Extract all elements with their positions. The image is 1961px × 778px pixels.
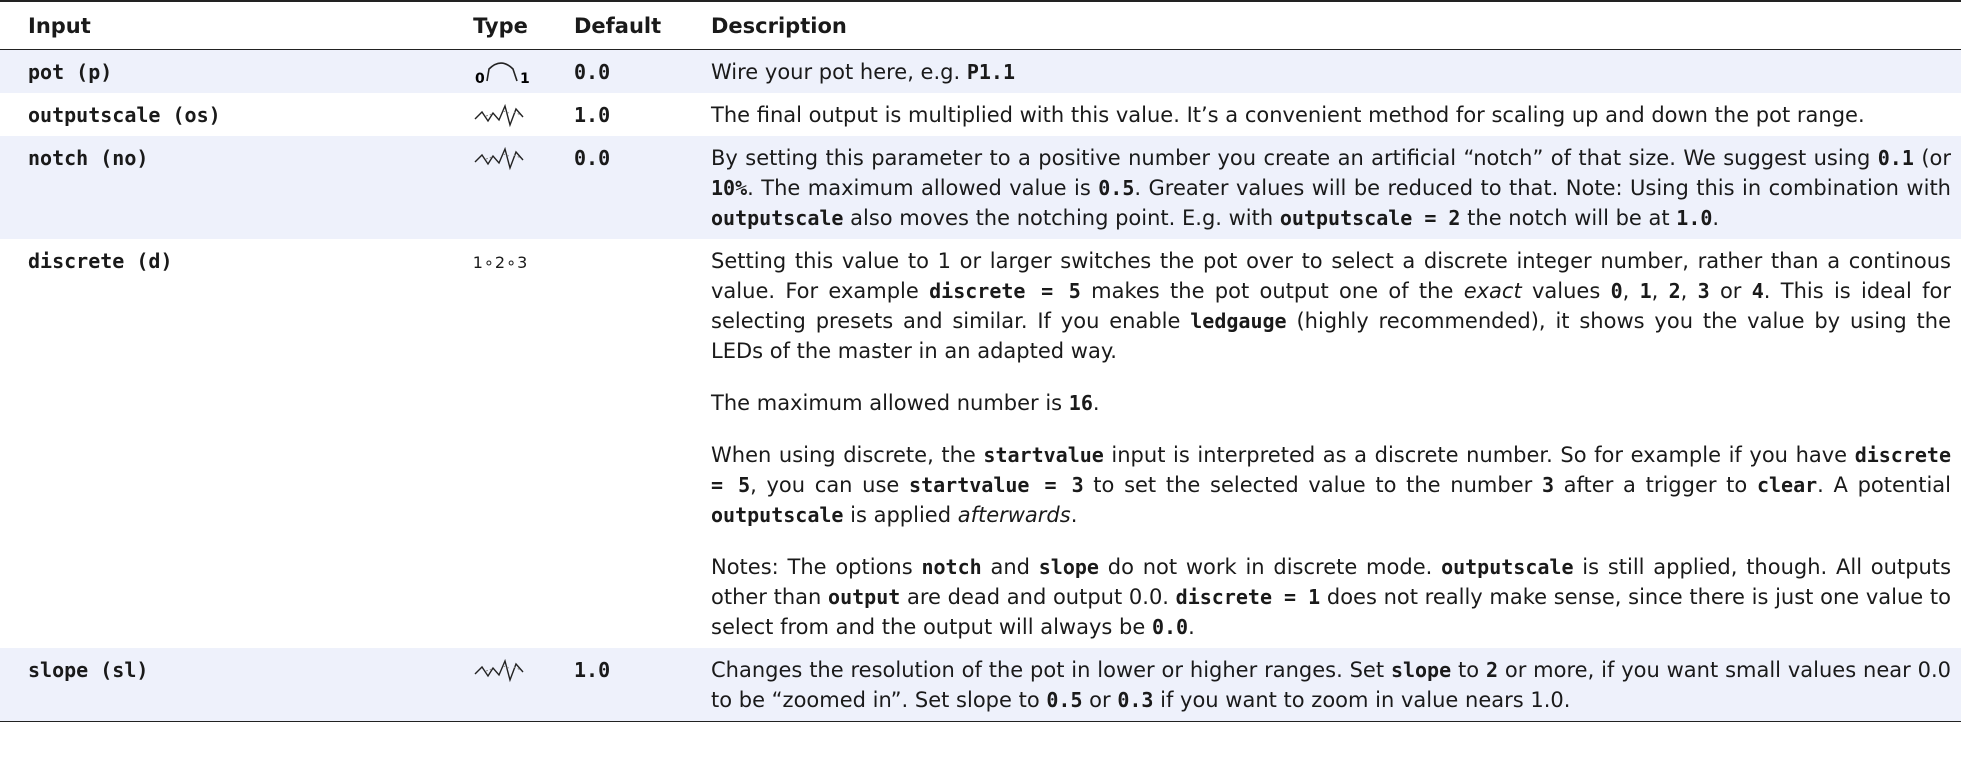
type-cell: 1∘2∘3 <box>427 239 574 648</box>
pot-high-label: 1 <box>520 71 530 87</box>
table-row: discrete (d) 1∘2∘3 Setting this value to… <box>0 239 1961 648</box>
desc-paragraph: Notes: The options notch and slope do no… <box>711 555 1952 639</box>
table-row: slope (sl) 1.0 Changes the resolution of… <box>0 648 1961 722</box>
desc-paragraph: Setting this value to 1 or larger switch… <box>711 249 1951 363</box>
description: Changes the resolution of the pot in low… <box>711 658 1951 712</box>
cv-wave-icon <box>473 103 529 128</box>
default-value: 0.0 <box>574 146 611 170</box>
input-name: outputscale (os) <box>28 103 221 127</box>
type-cell: 0 1 <box>427 50 574 94</box>
description: The final output is multiplied with this… <box>711 103 1865 127</box>
pot-low-label: 0 <box>475 71 485 87</box>
input-name: discrete (d) <box>28 249 173 273</box>
header-default: Default <box>574 13 662 38</box>
default-value <box>574 239 711 648</box>
table-row: pot (p) 0 1 0.0 Wire your pot here, e.g.… <box>0 49 1961 94</box>
desc-paragraph: When using discrete, the startvalue inpu… <box>711 443 1952 527</box>
default-value: 0.0 <box>574 60 611 84</box>
input-name: notch (no) <box>28 146 149 170</box>
description: Setting this value to 1 or larger switch… <box>711 239 1961 648</box>
header-description: Description <box>711 13 847 38</box>
discrete-steps-icon: 1∘2∘3 <box>472 253 529 272</box>
pot-range-icon: 0 1 <box>471 60 531 87</box>
default-value: 1.0 <box>574 103 611 127</box>
input-name: slope (sl) <box>28 658 149 682</box>
type-cell <box>427 93 574 136</box>
header-type: Type <box>473 13 528 38</box>
cv-wave-icon <box>473 146 529 171</box>
header-input: Input <box>28 13 91 38</box>
type-cell <box>427 648 574 722</box>
desc-paragraph: The maximum allowed number is 16. <box>711 391 1100 415</box>
table-header-row: Input Type Default Description <box>0 1 1961 50</box>
table-row: notch (no) 0.0 By setting this parameter… <box>0 136 1961 239</box>
description: Wire your pot here, e.g. P1.1 <box>711 60 1016 84</box>
description: By setting this parameter to a positive … <box>711 146 1951 230</box>
input-name: pot (p) <box>28 60 113 84</box>
default-value: 1.0 <box>574 658 611 682</box>
parameter-table: Input Type Default Description pot (p) 0… <box>0 0 1961 722</box>
cv-wave-icon <box>473 658 529 683</box>
type-cell <box>427 136 574 239</box>
table-row: outputscale (os) 1.0 The final output is… <box>0 93 1961 136</box>
